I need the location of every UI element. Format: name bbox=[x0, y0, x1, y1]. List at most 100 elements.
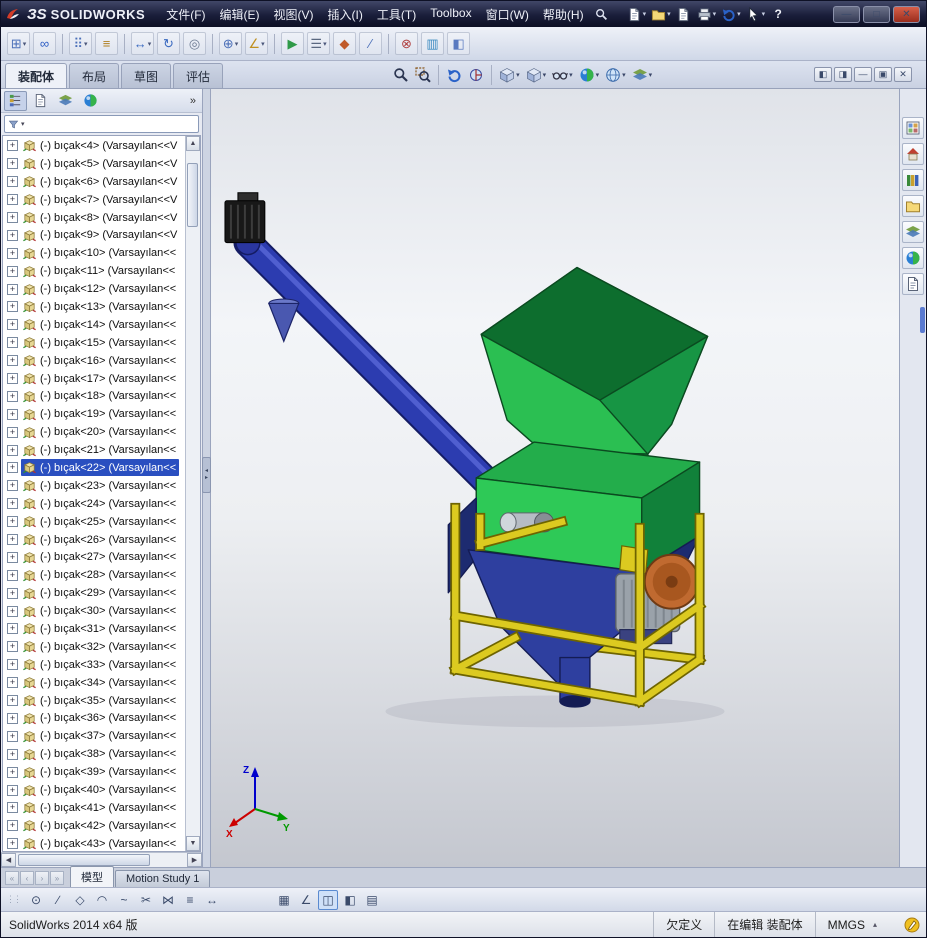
sheet-format-icon[interactable]: ▤ bbox=[362, 890, 382, 910]
tree-item[interactable]: + (-) bıçak<10> (Varsayılan<< bbox=[3, 244, 185, 262]
tree-item-body[interactable]: (-) bıçak<27> (Varsayılan<< bbox=[21, 549, 179, 566]
dropdown-arrow-icon[interactable]: ▾ bbox=[622, 71, 626, 79]
scroll-up-icon[interactable]: ▲ bbox=[186, 136, 200, 151]
trim-entities-icon[interactable]: ✂ bbox=[136, 890, 156, 910]
dropdown-arrow-icon[interactable]: ▾ bbox=[543, 71, 547, 79]
hide-show-items-icon[interactable]: ▾ bbox=[550, 65, 575, 85]
filter-box[interactable]: ▾ bbox=[4, 115, 199, 133]
expand-toggle-icon[interactable]: + bbox=[7, 408, 18, 420]
tree-item[interactable]: + (-) bıçak<5> (Varsayılan<<V bbox=[3, 155, 185, 173]
tree-item-body[interactable]: (-) bıçak<35> (Varsayılan<< bbox=[21, 692, 179, 709]
expand-toggle-icon[interactable]: + bbox=[7, 677, 18, 689]
expand-toggle-icon[interactable]: + bbox=[7, 373, 18, 385]
units-arrow-icon[interactable]: ▴ bbox=[873, 920, 877, 929]
tree-item[interactable]: + (-) bıçak<30> (Varsayılan<< bbox=[3, 602, 185, 620]
tree-item[interactable]: + (-) bıçak<41> (Varsayılan<< bbox=[3, 799, 185, 817]
expand-toggle-icon[interactable]: + bbox=[7, 730, 18, 742]
expand-toggle-icon[interactable]: + bbox=[7, 444, 18, 456]
doc-tab-model[interactable]: 模型 bbox=[70, 866, 114, 887]
explode-line-sketch-icon[interactable]: ∕ bbox=[359, 32, 382, 55]
mate-icon[interactable]: ∞ bbox=[33, 32, 56, 55]
tree-item[interactable]: + (-) bıçak<25> (Varsayılan<< bbox=[3, 513, 185, 531]
new-motion-study-icon[interactable]: ▶ bbox=[281, 32, 304, 55]
isometric-view-icon[interactable]: ◫ bbox=[318, 889, 338, 910]
tree-item-body[interactable]: (-) bıçak<7> (Varsayılan<<V bbox=[21, 191, 180, 208]
mirror-entities-icon[interactable]: ⋈ bbox=[158, 890, 178, 910]
menu-toolbox[interactable]: Toolbox bbox=[423, 2, 478, 27]
tree-item[interactable]: + (-) bıçak<27> (Varsayılan<< bbox=[3, 548, 185, 566]
panel-splitter[interactable]: ◂ ▸ bbox=[202, 89, 211, 867]
dropdown-arrow-icon[interactable]: ▾ bbox=[737, 10, 741, 18]
tree-item-body[interactable]: (-) bıçak<26> (Varsayılan<< bbox=[21, 531, 179, 548]
filter-input[interactable] bbox=[26, 118, 195, 130]
expand-toggle-icon[interactable]: + bbox=[7, 659, 18, 671]
tree-item[interactable]: + (-) bıçak<4> (Varsayılan<<V bbox=[3, 137, 185, 155]
tab-nav-2-icon[interactable]: › bbox=[35, 871, 49, 885]
apply-scene-icon[interactable]: ▾ bbox=[603, 65, 628, 85]
tree-item-body[interactable]: (-) bıçak<18> (Varsayılan<< bbox=[21, 388, 179, 405]
grid-settings-icon[interactable]: ▦ bbox=[274, 890, 294, 910]
appearances-scenes-tab[interactable] bbox=[902, 221, 924, 243]
tree-item-body[interactable]: (-) bıçak<17> (Varsayılan<< bbox=[21, 370, 179, 387]
expand-toggle-icon[interactable]: + bbox=[7, 784, 18, 796]
pane-left-icon[interactable]: ◧ bbox=[814, 67, 832, 82]
assembly-visualization-icon[interactable]: ▥ bbox=[421, 32, 444, 55]
view-orientation-icon[interactable]: ▾ bbox=[497, 65, 522, 85]
tree-item[interactable]: + (-) bıçak<19> (Varsayılan<< bbox=[3, 405, 185, 423]
tree-item-body[interactable]: (-) bıçak<34> (Varsayılan<< bbox=[21, 674, 179, 691]
move-component-icon[interactable]: ↔ ▾ bbox=[131, 32, 154, 55]
expand-toggle-icon[interactable]: + bbox=[7, 247, 18, 259]
arc-tool-icon[interactable]: ◠ bbox=[92, 890, 112, 910]
appearances-tab[interactable] bbox=[79, 91, 102, 111]
tree-item-body[interactable]: (-) bıçak<33> (Varsayılan<< bbox=[21, 656, 179, 673]
tab-sketch[interactable]: 草图 bbox=[121, 63, 172, 88]
print-button[interactable]: ▾ bbox=[695, 4, 719, 24]
tree-item-body[interactable]: (-) bıçak<29> (Varsayılan<< bbox=[21, 585, 179, 602]
bill-of-materials-icon[interactable]: ☰ ▾ bbox=[307, 32, 330, 55]
expand-toggle-icon[interactable]: + bbox=[7, 551, 18, 563]
menu-file[interactable]: 文件(F) bbox=[159, 2, 212, 27]
tree-item-body[interactable]: (-) bıçak<25> (Varsayılan<< bbox=[21, 513, 179, 530]
tree-item[interactable]: + (-) bıçak<24> (Varsayılan<< bbox=[3, 495, 185, 513]
close-button[interactable]: ✕ bbox=[893, 5, 920, 23]
minimize-document-button[interactable]: — bbox=[854, 67, 872, 82]
tree-item[interactable]: + (-) bıçak<35> (Varsayılan<< bbox=[3, 692, 185, 710]
insert-components-icon[interactable]: ⊞ ▾ bbox=[7, 32, 30, 55]
section-display-icon[interactable]: ◧ bbox=[340, 890, 360, 910]
expand-toggle-icon[interactable]: + bbox=[7, 587, 18, 599]
vertical-scroll-thumb[interactable] bbox=[187, 163, 198, 227]
tree-horizontal-scrollbar[interactable]: ◀ ▶ bbox=[1, 852, 202, 867]
display-style-icon[interactable]: ▾ bbox=[524, 65, 549, 85]
tree-item-body[interactable]: (-) bıçak<8> (Varsayılan<<V bbox=[21, 209, 180, 226]
scroll-left-icon[interactable]: ◀ bbox=[1, 853, 16, 867]
dropdown-arrow-icon[interactable]: ▾ bbox=[649, 71, 653, 79]
tree-item[interactable]: + (-) bıçak<39> (Varsayılan<< bbox=[3, 763, 185, 781]
horizontal-scroll-thumb[interactable] bbox=[18, 854, 150, 866]
undo-button[interactable]: ▾ bbox=[719, 4, 743, 24]
restore-document-button[interactable]: ▣ bbox=[874, 67, 892, 82]
expand-toggle-icon[interactable]: + bbox=[7, 838, 18, 850]
expand-toggle-icon[interactable]: + bbox=[7, 194, 18, 206]
tab-nav-0-icon[interactable]: « bbox=[5, 871, 19, 885]
new-document-button[interactable]: ▾ bbox=[625, 4, 649, 24]
tree-item[interactable]: + (-) bıçak<16> (Varsayılan<< bbox=[3, 352, 185, 370]
expand-toggle-icon[interactable]: + bbox=[7, 569, 18, 581]
assembly-features-icon[interactable]: ⊕ ▾ bbox=[219, 32, 242, 55]
menu-help[interactable]: 帮助(H) bbox=[536, 2, 591, 27]
file-explorer-tab[interactable] bbox=[902, 169, 924, 191]
filter-dropdown-icon[interactable]: ▾ bbox=[21, 120, 25, 128]
tree-item-body[interactable]: (-) bıçak<4> (Varsayılan<<V bbox=[21, 137, 180, 154]
expand-toggle-icon[interactable]: + bbox=[7, 766, 18, 778]
tree-item-body[interactable]: (-) bıçak<39> (Varsayılan<< bbox=[21, 764, 179, 781]
select-button[interactable]: ▾ bbox=[744, 4, 768, 24]
show-hidden-components-icon[interactable]: ◎ bbox=[183, 32, 206, 55]
dropdown-arrow-icon[interactable]: ▾ bbox=[713, 10, 717, 18]
tree-vertical-scrollbar[interactable]: ▲ ▼ bbox=[185, 136, 200, 851]
tree-item-body[interactable]: (-) bıçak<24> (Varsayılan<< bbox=[21, 495, 179, 512]
tree-item-body[interactable]: (-) bıçak<20> (Varsayılan<< bbox=[21, 424, 179, 441]
tree-item-body[interactable]: (-) bıçak<12> (Varsayılan<< bbox=[21, 281, 179, 298]
dropdown-arrow-icon[interactable]: ▾ bbox=[596, 71, 600, 79]
section-view-icon[interactable] bbox=[466, 65, 486, 85]
document-properties-tab[interactable] bbox=[902, 273, 924, 295]
dropdown-arrow-icon[interactable]: ▾ bbox=[23, 40, 27, 48]
